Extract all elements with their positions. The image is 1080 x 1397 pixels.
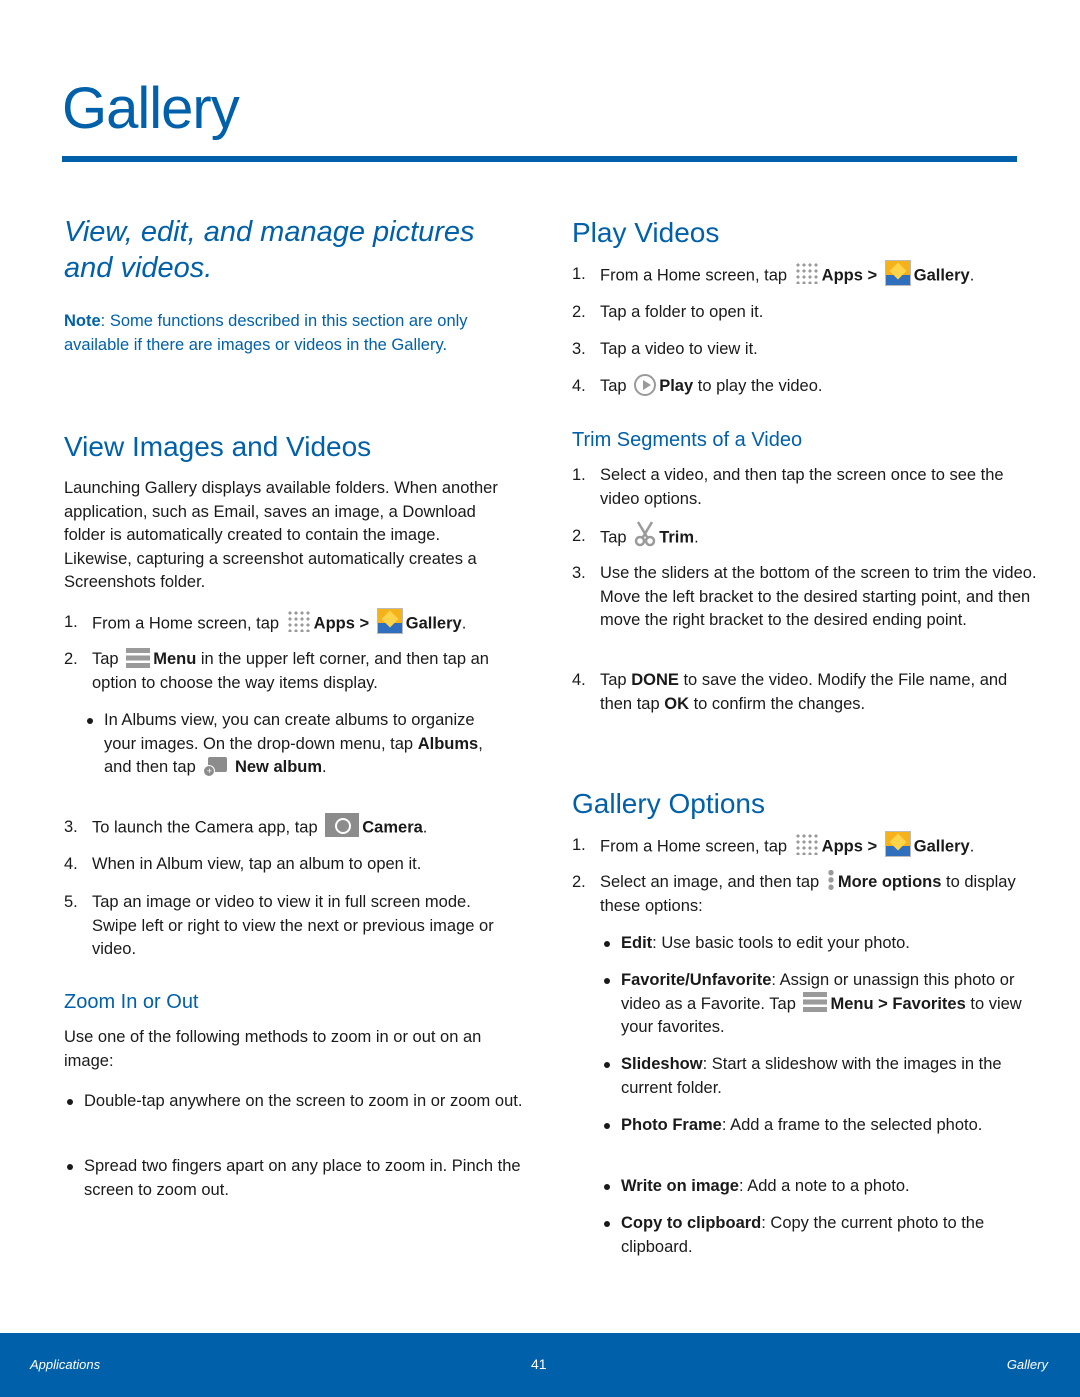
heading-view-images: View Images and Videos [64,431,372,462]
note: Note: Some functions described in this s… [64,310,484,357]
options-step-1: 1. From a Home screen, tap Apps > Galler… [572,831,1060,860]
menu-icon [803,992,828,1013]
gallery-app-icon [884,260,911,286]
view-step-3: 3. To launch the Camera app, tap Camera. [64,813,542,840]
page-footer: Applications 41 Gallery [0,1333,1080,1397]
note-label: Note [64,312,101,330]
play-icon [634,373,657,396]
play-step-4: 4. Tap Play to play the video. [572,373,1040,399]
footer-section-label: Applications [30,1357,101,1372]
play-step-3: 3. Tap a video to view it. [572,340,758,358]
bullet-dot [87,718,93,724]
trim-step-4: 4. Tap DONE to save the video. Modify th… [572,671,1008,713]
camera-icon [325,813,360,837]
menu-icon [126,647,151,668]
intro-text: View, edit, and manage pictures and vide… [64,216,475,284]
trim-step-2: 2. Tap Trim. [572,521,1040,551]
option-favorite: Favorite/Unfavorite: Assign or unassign … [601,969,1031,1040]
options-step-2: 2. Select an image, and then tap More op… [572,868,1050,918]
trim-step-3: 3. Use the sliders at the bottom of the … [572,564,1037,629]
trim-step-1: 1. Select a video, and then tap the scre… [572,466,1004,508]
play-step-2: 2. Tap a folder to open it. [572,303,764,321]
view-step-2: 2. Tap Menu in the upper left corner, an… [64,647,522,695]
heading-play-videos: Play Videos [572,217,720,248]
option-write-on-image: Write on image: Add a note to a photo. [601,1175,1041,1199]
scissors-icon [634,521,656,547]
apps-icon [286,610,311,632]
heading-gallery-options: Gallery Options [572,788,765,819]
play-step-1: 1. From a Home screen, tap Apps > Galler… [572,260,1060,289]
zoom-paragraph: Use one of the following methods to zoom… [64,1028,482,1070]
view-images-paragraph: Launching Gallery displays available fol… [64,479,498,591]
new-album-icon: + [203,755,228,777]
more-options-icon [826,868,835,891]
gallery-app-icon [884,831,911,857]
option-edit: Edit: Use basic tools to edit your photo… [601,932,1041,956]
title-divider [62,156,1017,162]
gallery-app-icon [376,608,403,634]
option-copy-to-clipboard: Copy to clipboard: Copy the current phot… [601,1212,1041,1259]
page-title: Gallery [62,76,240,141]
apps-icon [794,833,819,855]
view-step-4: 4. When in Album view, tap an album to o… [64,855,422,873]
zoom-bullet-2: Spread two fingers apart on any place to… [64,1155,539,1202]
note-text: : Some functions described in this secti… [64,312,468,354]
heading-zoom: Zoom In or Out [64,991,199,1013]
heading-trim: Trim Segments of a Video [572,429,803,451]
view-step-5: 5. Tap an image or video to view it in f… [64,893,494,958]
option-slideshow: Slideshow: Start a slideshow with the im… [601,1053,1041,1100]
view-step-1: 1. From a Home screen, tap Apps > Galler… [64,608,542,637]
footer-chapter-label: Gallery [1006,1357,1048,1372]
page-number: 41 [531,1356,547,1372]
option-photo-frame: Photo Frame: Add a frame to the selected… [601,1114,1021,1138]
albums-bullet: In Albums view, you can create albums to… [84,709,499,780]
zoom-bullet-1: Double-tap anywhere on the screen to zoo… [64,1090,529,1114]
apps-icon [794,262,819,284]
